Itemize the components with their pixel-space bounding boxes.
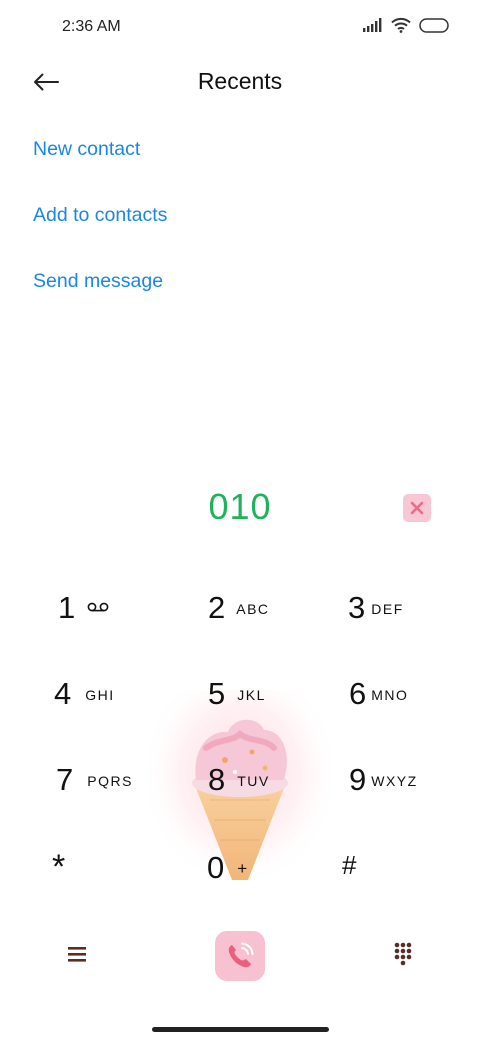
delete-button[interactable] [403,494,431,522]
key-hash[interactable]: # [342,850,356,881]
dialpad-icon [394,942,412,966]
key-6[interactable]: 6 MNO [349,676,408,712]
call-button[interactable] [215,931,265,981]
voicemail-icon [87,602,109,612]
key-3[interactable]: 3 DEF [348,590,404,626]
key-2[interactable]: 2 ABC [208,590,270,626]
page-title: Recents [197,68,283,94]
key-7[interactable]: 7 PQRS [56,762,133,798]
key-1[interactable]: 1 [58,590,109,626]
menu-icon [68,947,86,962]
add-to-contacts-link[interactable]: Add to contacts [33,196,167,262]
signal-icon [363,18,382,32]
dialpad-button[interactable] [393,941,413,969]
key-5[interactable]: 5 JKL [208,676,266,712]
dialer-screen: 2:36 AM Recents New contact Add to conta… [0,0,480,1040]
key-0[interactable]: 0 + [207,850,247,886]
send-message-link[interactable]: Send message [33,262,167,328]
action-list: New contact Add to contacts Send message [33,130,167,328]
key-9[interactable]: 9 WXYZ [349,762,418,798]
header: Recents [0,56,480,108]
key-4[interactable]: 4 GHI [54,676,115,712]
phone-call-icon [228,942,254,968]
new-contact-link[interactable]: New contact [33,130,167,196]
menu-button[interactable] [66,944,90,968]
key-8[interactable]: 8 TUV [208,762,270,798]
home-indicator[interactable] [152,1027,329,1032]
wifi-icon [391,17,411,33]
key-star[interactable]: * [52,848,65,887]
status-time: 2:36 AM [62,18,121,35]
status-bar: 2:36 AM [0,0,480,56]
battery-icon [419,17,449,33]
close-x-icon [410,501,424,515]
status-icons [363,17,450,33]
